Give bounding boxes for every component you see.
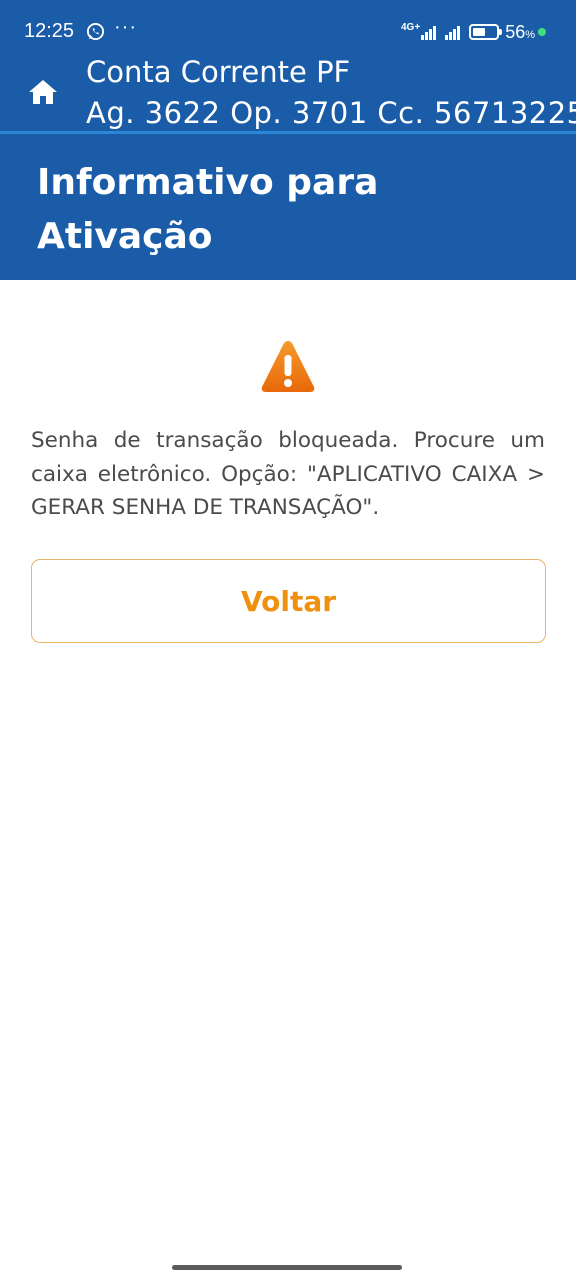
back-button-label: Voltar	[240, 584, 337, 618]
network-type: 4G+	[401, 22, 421, 33]
whatsapp-icon	[86, 22, 105, 41]
status-right-group: 4G+ 56%	[401, 20, 546, 44]
battery-icon	[469, 24, 503, 40]
status-time: 12:25	[24, 20, 75, 42]
page-header: Informativo para Ativação	[0, 134, 576, 280]
screen: 12:25 ··· 4G+ 56% Conta Corrente PF Ag. …	[0, 0, 576, 1280]
gesture-navigation-bar[interactable]	[172, 1265, 402, 1270]
page-title: Informativo para Ativação	[37, 162, 379, 257]
more-notifications-icon: ···	[114, 16, 137, 38]
app-bar-title: Conta Corrente PF	[86, 55, 351, 89]
account-info: Ag. 3622 Op. 3701 Cc. 56713225	[86, 96, 576, 130]
error-message: Senha de transação bloqueada. Procure um…	[31, 428, 545, 520]
signal-2-icon	[445, 24, 461, 40]
warning-icon	[261, 341, 315, 392]
charging-dot-icon	[538, 28, 546, 36]
back-button[interactable]: Voltar	[31, 559, 546, 643]
status-bar: 12:25 ··· 4G+ 56%	[0, 0, 576, 50]
battery-percent: 56%	[505, 21, 535, 42]
signal-1-icon	[421, 24, 437, 40]
app-bar-text-area: Conta Corrente PF Ag. 3622 Op. 3701 Cc. …	[0, 50, 576, 131]
